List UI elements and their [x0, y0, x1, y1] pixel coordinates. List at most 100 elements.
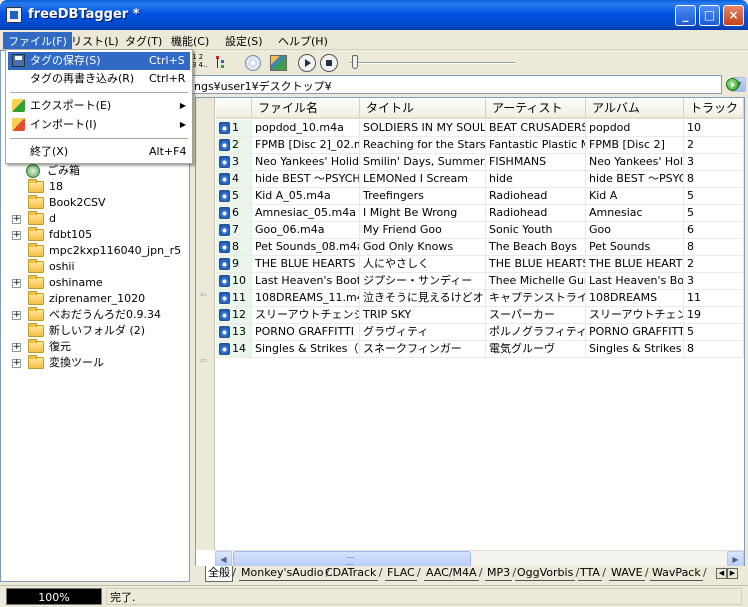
- minimize-button[interactable]: _: [675, 5, 696, 26]
- tab-wavpack[interactable]: WavPack: [650, 566, 706, 581]
- table-row[interactable]: 1 popdod_10.m4a SOLDIERS IN MY SOUL BEAT CR…: [216, 120, 744, 137]
- table-row[interactable]: 6 Amnesiac_05.m4a I Might Be Wrong Radiohea…: [216, 205, 744, 222]
- cell-index-text: 3: [232, 155, 239, 168]
- cell-track: 8: [684, 239, 744, 255]
- tree-item-label: mpc2kxp116040_jpn_r5: [49, 244, 182, 257]
- expand-icon[interactable]: +: [12, 311, 21, 320]
- numbering-button[interactable]: 1 2 3 4..: [192, 53, 212, 73]
- tab-tta[interactable]: TTA: [578, 566, 606, 581]
- cell-title: スネークフィンガー: [360, 341, 486, 357]
- table-row[interactable]: 10 Last Heaven's Bootleg ジプシー・サンディー Thee Mi…: [216, 273, 744, 290]
- menu-tag[interactable]: タグ(T): [120, 32, 167, 49]
- tree-item-label: ziprenamer_1020: [49, 292, 146, 305]
- image-icon[interactable]: [270, 55, 287, 71]
- cell-filename-text: Goo_06.m4a: [255, 223, 325, 236]
- horizontal-scrollbar[interactable]: ◀ ▶: [215, 550, 744, 568]
- folder-icon: [28, 243, 44, 257]
- cell-artist: Sonic Youth: [486, 222, 586, 238]
- cell-track-text: 5: [687, 189, 694, 202]
- cell-index: 9: [216, 256, 252, 272]
- cell-index-text: 6: [232, 206, 239, 219]
- cell-track-text: 8: [687, 172, 694, 185]
- tree-item-label: 新しいフォルダ (2): [49, 324, 146, 337]
- cell-track: 8: [684, 171, 744, 187]
- tree-item-label: fdbt105: [49, 228, 93, 241]
- tab-monkeys-audio[interactable]: Monkey'sAudio: [239, 566, 330, 581]
- expand-icon[interactable]: +: [12, 343, 21, 352]
- column-header-album[interactable]: アルバム: [586, 98, 684, 119]
- audio-file-icon: [219, 139, 230, 151]
- menu-list[interactable]: リスト(L): [66, 32, 124, 49]
- folder-icon: [28, 323, 44, 337]
- maximize-button[interactable]: □: [699, 5, 720, 26]
- expand-icon[interactable]: +: [12, 279, 21, 288]
- cell-title: Reaching for the Stars: [360, 137, 486, 153]
- cell-artist-text: Radiohead: [489, 206, 548, 219]
- column-header-track[interactable]: トラック: [684, 98, 744, 119]
- expand-icon[interactable]: +: [12, 231, 21, 240]
- table-row[interactable]: 5 Kid A_05.m4a Treefingers Radiohead Kid A 5: [216, 188, 744, 205]
- column-header-index[interactable]: [216, 98, 252, 119]
- column-header-artist[interactable]: アーティスト: [486, 98, 586, 119]
- column-header-filename[interactable]: ファイル名: [252, 98, 360, 119]
- tab-flac[interactable]: FLAC: [385, 566, 420, 581]
- move-row-icon[interactable]: ⇦: [200, 291, 210, 299]
- cell-index-text: 10: [232, 274, 246, 287]
- tab-prev-icon[interactable]: ◀: [716, 568, 727, 579]
- table-row[interactable]: 2 FPMB [Disc 2]_02.m4a Reaching for the St…: [216, 137, 744, 154]
- cd-icon[interactable]: [245, 55, 261, 71]
- menu-export[interactable]: エクスポート(E) ▶: [8, 97, 190, 115]
- folder-icon: [28, 355, 44, 369]
- cell-album-text: Singles & Strikes（Disc: [589, 342, 683, 355]
- tab-oggvorbis[interactable]: OggVorbis: [515, 566, 580, 581]
- tab-aac-m4a[interactable]: AAC/M4A: [424, 566, 482, 581]
- import-icon: [12, 118, 25, 131]
- menu-rewrite-tags[interactable]: タグの再書き込み(R) Ctrl+R: [8, 70, 190, 88]
- folder-icon: [28, 275, 44, 289]
- table-row[interactable]: 11 108DREAMS_11.m4a泣きそうに見えるけどオレキャプテンストライダ…: [216, 290, 744, 307]
- table-row[interactable]: 3Neo Yankees' HolidaySmilin' Days, Summe…: [216, 154, 744, 171]
- tab-mp3[interactable]: MP3: [485, 566, 516, 581]
- menu-import[interactable]: インポート(I) ▶: [8, 116, 190, 134]
- cell-filename: 108DREAMS_11.m4a: [252, 290, 360, 306]
- menu-file[interactable]: ファイル(F): [3, 32, 72, 49]
- menu-settings[interactable]: 設定(S): [220, 32, 268, 49]
- tab-next-icon[interactable]: ▶: [727, 568, 738, 579]
- menu-function[interactable]: 機能(C): [166, 32, 214, 49]
- move-row-icon[interactable]: ⇦: [200, 357, 210, 365]
- stop-icon[interactable]: [320, 54, 338, 72]
- track-list[interactable]: ⇦ ⇦ ファイル名 タイトル アーティスト アルバム トラック 1 popdod_…: [195, 97, 745, 582]
- path-input[interactable]: ngs¥user1¥デスクトップ¥: [190, 75, 722, 94]
- cell-album: 108DREAMS: [586, 290, 684, 306]
- tree-item-label: oshiname: [49, 276, 103, 289]
- cell-track-text: 10: [687, 121, 701, 134]
- cell-album-text: Goo: [589, 223, 611, 236]
- window-title: freeDBTagger *: [28, 7, 140, 22]
- tab-general[interactable]: 全般: [205, 566, 236, 582]
- tab-wave[interactable]: WAVE: [609, 566, 648, 581]
- table-row[interactable]: 9 THE BLUE HEARTS 人にやさしく THE BLUE HEARTS THE…: [216, 256, 744, 273]
- expand-icon[interactable]: +: [12, 359, 21, 368]
- expand-icon[interactable]: +: [12, 215, 21, 224]
- column-header-title[interactable]: タイトル: [360, 98, 486, 119]
- tree-view-icon[interactable]: [212, 53, 232, 73]
- table-row[interactable]: 7 Goo_06.m4a My Friend Goo Sonic Youth Goo 6: [216, 222, 744, 239]
- tab-cdatrack[interactable]: CDATrack: [323, 566, 383, 581]
- table-row[interactable]: 14 Singles & Strikes（Disc スネークフィンガー 電気グルーヴ S…: [216, 341, 744, 358]
- table-row[interactable]: 12 スリーアウトチェンジ_19 TRIP SKY スーパーカー スリーアウトチェンジ 1…: [216, 307, 744, 324]
- cell-filename-text: Last Heaven's Bootleg: [255, 274, 359, 287]
- cell-index-text: 11: [232, 291, 246, 304]
- table-row[interactable]: 13 PORNO GRAFFITTI グラヴィティ ポルノグラフィティ PORNO GR…: [216, 324, 744, 341]
- cell-artist-text: Radiohead: [489, 189, 548, 202]
- go-icon[interactable]: [726, 78, 739, 91]
- play-icon[interactable]: [298, 54, 316, 72]
- menu-save-tags[interactable]: タグの保存(S) Ctrl+S: [8, 52, 190, 70]
- seek-slider-thumb[interactable]: [352, 55, 358, 69]
- menu-exit[interactable]: 終了(X) Alt+F4: [8, 143, 190, 161]
- table-row[interactable]: 4hide BEST ～PSYCHOMMUNITYLEMONed I Screa…: [216, 171, 744, 188]
- menu-help[interactable]: ヘルプ(H): [273, 32, 333, 49]
- table-row[interactable]: 8 Pet Sounds_08.m4a God Only Knows The Beac…: [216, 239, 744, 256]
- cell-index: 13: [216, 324, 252, 340]
- cell-album: popdod: [586, 120, 684, 136]
- close-button[interactable]: ×: [723, 5, 744, 26]
